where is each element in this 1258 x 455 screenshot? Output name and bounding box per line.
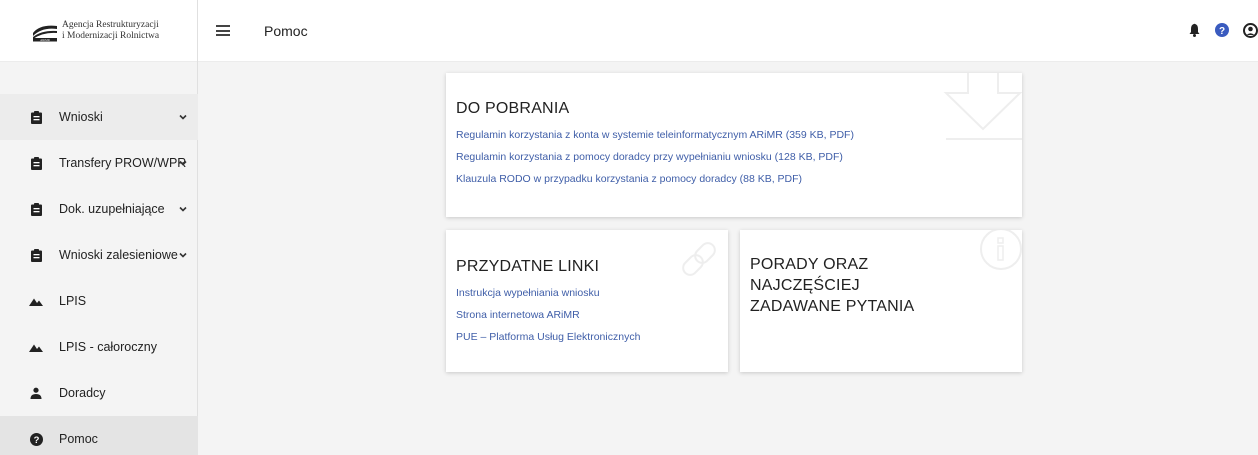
sidebar-item-label: LPIS bbox=[59, 294, 87, 308]
sidebar-item-wnioski[interactable]: Wnioski bbox=[0, 94, 198, 140]
sidebar-item-lpis[interactable]: LPIS bbox=[0, 278, 198, 324]
clipboard-icon bbox=[29, 110, 43, 124]
clipboard-icon bbox=[29, 202, 43, 216]
page-title: Pomoc bbox=[264, 22, 308, 39]
chevron-down-icon[interactable] bbox=[178, 249, 188, 259]
mountain-icon bbox=[29, 294, 43, 308]
brand-name: Agencja Restrukturyzacji i Modernizacji … bbox=[62, 20, 159, 42]
sidebar-item-lpis-caloroczny[interactable]: LPIS - całoroczny bbox=[0, 324, 198, 370]
useful-links-card: PRZYDATNE LINKI Instrukcja wypełniania w… bbox=[446, 230, 728, 372]
sidebar: ARiMR Agencja Restrukturyzacji i Moderni… bbox=[0, 0, 198, 455]
help-icon[interactable]: ? bbox=[1214, 22, 1230, 38]
sidebar-item-transfery[interactable]: Transfery PROW/WPR bbox=[0, 140, 198, 186]
link-pue[interactable]: PUE – Platforma Usług Elektronicznych bbox=[456, 331, 718, 343]
hamburger-icon[interactable] bbox=[216, 23, 230, 39]
clipboard-icon bbox=[29, 156, 43, 170]
clipboard-icon bbox=[29, 248, 43, 262]
sidebar-nav: Wnioski Transfery PROW/WPR Dok. uzupełni… bbox=[0, 94, 198, 455]
download-icon bbox=[943, 73, 1022, 140]
link-strona-arimr[interactable]: Strona internetowa ARiMR bbox=[456, 309, 718, 321]
help-icon: ? bbox=[29, 432, 43, 446]
sidebar-item-doradcy[interactable]: Doradcy bbox=[0, 370, 198, 416]
downloads-card: DO POBRANIA Regulamin korzystania z kont… bbox=[446, 73, 1022, 217]
chevron-down-icon[interactable] bbox=[178, 203, 188, 213]
sidebar-item-wnioski-zalesieniowe[interactable]: Wnioski zalesieniowe bbox=[0, 232, 198, 278]
top-bar: Pomoc ? bbox=[198, 0, 1258, 62]
svg-text:ARiMR: ARiMR bbox=[40, 38, 50, 42]
sidebar-item-label: LPIS - całoroczny bbox=[59, 340, 157, 354]
svg-text:?: ? bbox=[1219, 26, 1225, 37]
brand-line-2: i Modernizacji Rolnictwa bbox=[62, 30, 160, 41]
download-link-regulamin-doradcy[interactable]: Regulamin korzystania z pomocy doradcy p… bbox=[456, 151, 1012, 163]
brand-logo[interactable]: ARiMR Agencja Restrukturyzacji i Moderni… bbox=[0, 0, 197, 62]
info-icon bbox=[980, 230, 1022, 270]
faq-card[interactable]: PORADY ORAZ NAJCZĘŚCIEJ ZADAWANE PYTANIA bbox=[740, 230, 1022, 372]
arimr-logo-icon: ARiMR bbox=[32, 19, 58, 42]
person-icon bbox=[29, 386, 43, 400]
download-link-regulamin-konta[interactable]: Regulamin korzystania z konta w systemie… bbox=[456, 129, 1012, 141]
link-icon bbox=[682, 242, 716, 276]
chevron-down-icon[interactable] bbox=[178, 111, 188, 121]
svg-text:?: ? bbox=[33, 435, 39, 446]
sidebar-item-label: Pomoc bbox=[59, 432, 98, 446]
sidebar-item-dok-uzupelniajace[interactable]: Dok. uzupełniające bbox=[0, 186, 198, 232]
download-link-klauzula-rodo[interactable]: Klauzula RODO w przypadku korzystania z … bbox=[456, 173, 1012, 185]
link-instrukcja[interactable]: Instrukcja wypełniania wniosku bbox=[456, 287, 718, 299]
account-icon[interactable] bbox=[1242, 22, 1258, 38]
brand-line-1: Agencja Restrukturyzacji bbox=[62, 19, 159, 30]
sidebar-item-pomoc[interactable]: ? Pomoc bbox=[0, 416, 198, 455]
faq-title: PORADY ORAZ NAJCZĘŚCIEJ ZADAWANE PYTANIA bbox=[750, 256, 915, 315]
downloads-title: DO POBRANIA bbox=[456, 100, 570, 117]
top-actions: ? bbox=[1174, 22, 1258, 38]
bell-icon[interactable] bbox=[1186, 22, 1202, 38]
mountain-icon bbox=[29, 340, 43, 354]
chevron-down-icon[interactable] bbox=[178, 157, 188, 167]
sidebar-item-label: Doradcy bbox=[59, 386, 106, 400]
